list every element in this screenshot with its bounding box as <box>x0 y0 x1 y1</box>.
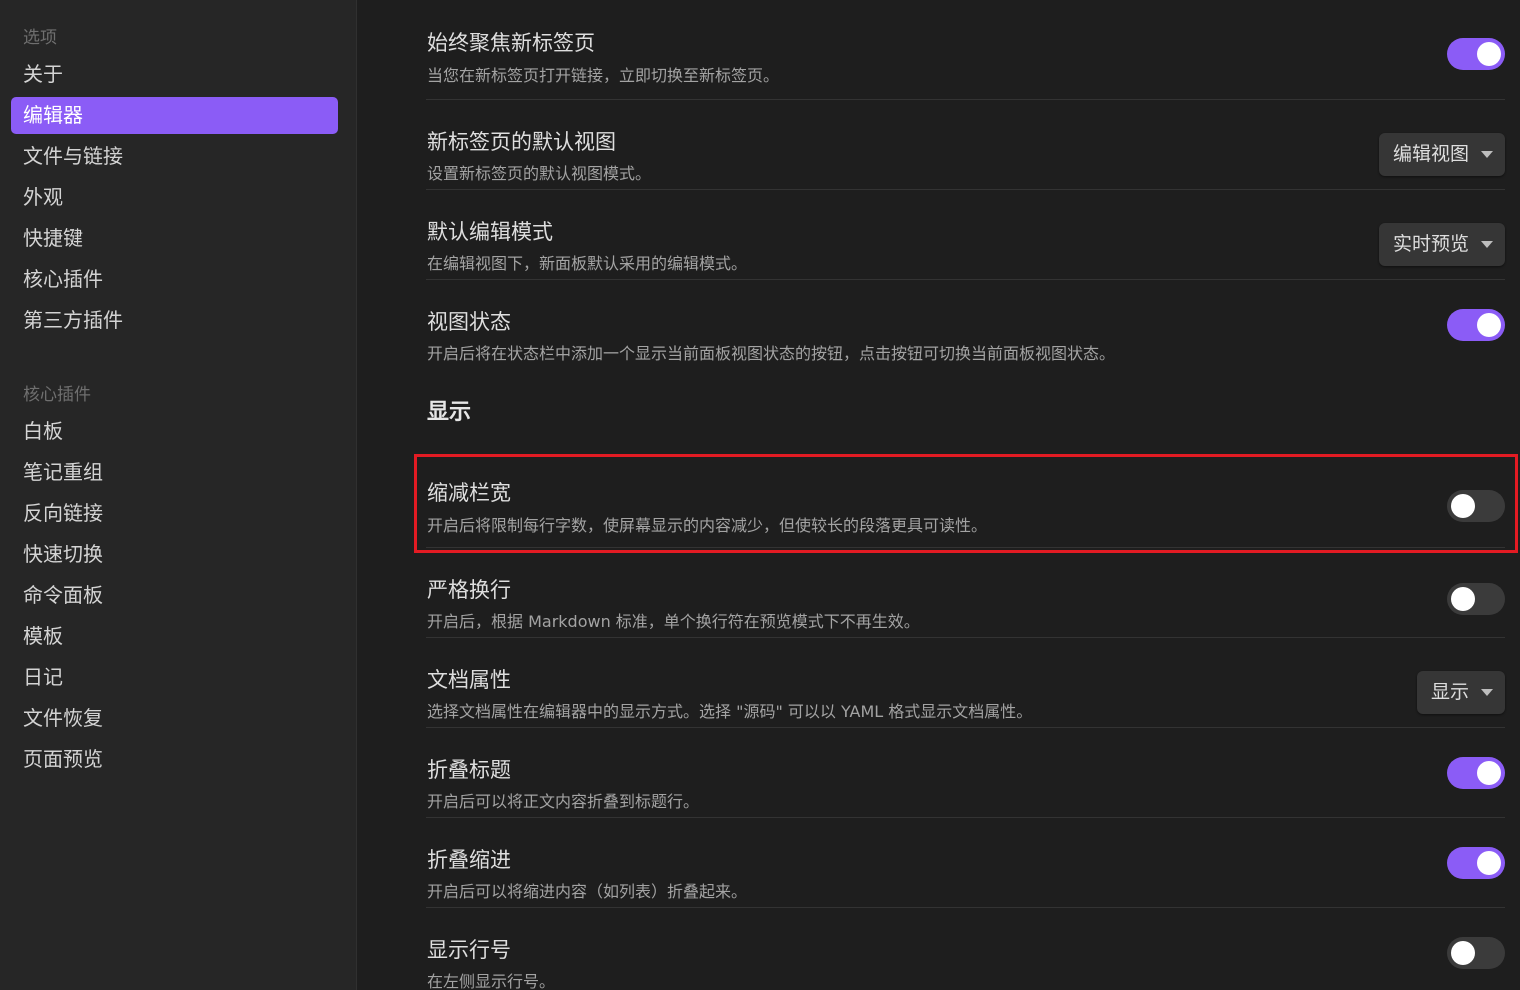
dropdown-value: 编辑视图 <box>1392 143 1469 165</box>
default-editing-mode-dropdown[interactable]: 实时预览 <box>1378 223 1505 266</box>
setting-row-fold-heading: 折叠标题 开启后可以将正文内容折叠到标题行。 <box>426 728 1505 818</box>
show-line-number-toggle[interactable] <box>1447 937 1505 969</box>
setting-description: 选择文档属性在编辑器中的显示方式。选择 "源码" 可以以 YAML 格式显示文档… <box>427 702 1033 721</box>
setting-name: 显示行号 <box>427 938 511 962</box>
sidebar-item-about[interactable]: 关于 <box>11 56 338 93</box>
setting-name: 视图状态 <box>427 310 511 334</box>
sidebar-item-templates[interactable]: 模板 <box>11 618 338 655</box>
setting-name: 缩减栏宽 <box>427 481 511 505</box>
setting-name: 折叠标题 <box>427 758 511 782</box>
setting-name: 文档属性 <box>427 668 511 692</box>
sidebar-item-core-plugins[interactable]: 核心插件 <box>11 261 338 298</box>
toggle-knob <box>1451 494 1475 518</box>
setting-row-focus-new-tab: 始终聚焦新标签页 当您在新标签页打开链接，立即切换至新标签页。 <box>426 0 1505 100</box>
sidebar-group-title-core-plugins: 核心插件 <box>23 385 91 405</box>
toggle-knob <box>1451 941 1475 965</box>
toggle-knob <box>1477 761 1501 785</box>
sidebar-item-backlinks[interactable]: 反向链接 <box>11 495 338 532</box>
focus-new-tab-toggle[interactable] <box>1447 38 1505 70</box>
setting-row-properties-in-document: 文档属性 选择文档属性在编辑器中的显示方式。选择 "源码" 可以以 YAML 格… <box>426 638 1505 728</box>
section-heading-display: 显示 <box>426 370 1505 456</box>
sidebar-group-title-options: 选项 <box>23 28 57 48</box>
setting-description: 开启后可以将缩进内容（如列表）折叠起来。 <box>427 882 748 901</box>
fold-indent-toggle[interactable] <box>1447 847 1505 879</box>
toggle-knob <box>1477 851 1501 875</box>
sidebar-item-hotkeys[interactable]: 快捷键 <box>11 220 338 257</box>
fold-heading-toggle[interactable] <box>1447 757 1505 789</box>
chevron-down-icon <box>1481 151 1493 158</box>
dropdown-value: 显示 <box>1430 681 1469 703</box>
chevron-down-icon <box>1481 241 1493 248</box>
setting-description: 当您在新标签页打开链接，立即切换至新标签页。 <box>427 66 780 85</box>
setting-row-strict-line-breaks: 严格换行 开启后，根据 Markdown 标准，单个换行符在预览模式下不再生效。 <box>426 548 1505 638</box>
sidebar-item-community-plugins[interactable]: 第三方插件 <box>11 302 338 339</box>
sidebar-item-page-preview[interactable]: 页面预览 <box>11 741 338 778</box>
setting-row-view-status: 视图状态 开启后将在状态栏中添加一个显示当前面板视图状态的按钮，点击按钮可切换当… <box>426 280 1505 370</box>
setting-description: 设置新标签页的默认视图模式。 <box>427 164 652 183</box>
sidebar-item-command-palette[interactable]: 命令面板 <box>11 577 338 614</box>
setting-description: 开启后将在状态栏中添加一个显示当前面板视图状态的按钮，点击按钮可切换当前面板视图… <box>427 344 1116 363</box>
setting-row-fold-indent: 折叠缩进 开启后可以将缩进内容（如列表）折叠起来。 <box>426 818 1505 908</box>
settings-sidebar: 选项 关于 编辑器 文件与链接 外观 快捷键 核心插件 第三方插件 核心插件 白… <box>0 0 357 990</box>
setting-row-readable-line-length: 缩减栏宽 开启后将限制每行字数，使屏幕显示的内容减少，但使较长的段落更具可读性。 <box>414 454 1518 553</box>
chevron-down-icon <box>1481 689 1493 696</box>
settings-content: 始终聚焦新标签页 当您在新标签页打开链接，立即切换至新标签页。 新标签页的默认视… <box>357 0 1520 990</box>
setting-description: 开启后将限制每行字数，使屏幕显示的内容减少，但使较长的段落更具可读性。 <box>427 516 988 535</box>
setting-description: 开启后可以将正文内容折叠到标题行。 <box>427 792 700 811</box>
dropdown-value: 实时预览 <box>1392 233 1469 255</box>
setting-name: 新标签页的默认视图 <box>427 130 616 154</box>
setting-row-show-line-number: 显示行号 在左侧显示行号。 <box>426 908 1505 990</box>
toggle-knob <box>1477 42 1501 66</box>
setting-description: 在编辑视图下，新面板默认采用的编辑模式。 <box>427 254 748 273</box>
sidebar-item-editor[interactable]: 编辑器 <box>11 97 338 134</box>
sidebar-item-daily-notes[interactable]: 日记 <box>11 659 338 696</box>
sidebar-item-files-links[interactable]: 文件与链接 <box>11 138 338 175</box>
setting-name: 折叠缩进 <box>427 848 511 872</box>
properties-display-dropdown[interactable]: 显示 <box>1416 671 1505 714</box>
highlight-box <box>414 454 1518 553</box>
sidebar-item-quick-switcher[interactable]: 快速切换 <box>11 536 338 573</box>
setting-row-new-tab-default-view: 新标签页的默认视图 设置新标签页的默认视图模式。 编辑视图 <box>426 100 1505 190</box>
sidebar-item-note-composer[interactable]: 笔记重组 <box>11 454 338 491</box>
setting-row-default-editing-mode: 默认编辑模式 在编辑视图下，新面板默认采用的编辑模式。 实时预览 <box>426 190 1505 280</box>
toggle-knob <box>1451 587 1475 611</box>
section-title: 显示 <box>427 400 472 425</box>
setting-name: 严格换行 <box>427 578 511 602</box>
sidebar-item-canvas[interactable]: 白板 <box>11 413 338 450</box>
settings-window: 选项 关于 编辑器 文件与链接 外观 快捷键 核心插件 第三方插件 核心插件 白… <box>0 0 1520 990</box>
sidebar-item-file-recovery[interactable]: 文件恢复 <box>11 700 338 737</box>
sidebar-item-appearance[interactable]: 外观 <box>11 179 338 216</box>
new-tab-default-view-dropdown[interactable]: 编辑视图 <box>1378 133 1505 176</box>
setting-description: 开启后，根据 Markdown 标准，单个换行符在预览模式下不再生效。 <box>427 612 920 631</box>
toggle-knob <box>1477 313 1501 337</box>
setting-name: 默认编辑模式 <box>427 220 553 244</box>
readable-line-length-toggle[interactable] <box>1447 490 1505 522</box>
setting-name: 始终聚焦新标签页 <box>427 31 595 55</box>
view-status-toggle[interactable] <box>1447 309 1505 341</box>
strict-line-breaks-toggle[interactable] <box>1447 583 1505 615</box>
setting-description: 在左侧显示行号。 <box>427 972 556 990</box>
